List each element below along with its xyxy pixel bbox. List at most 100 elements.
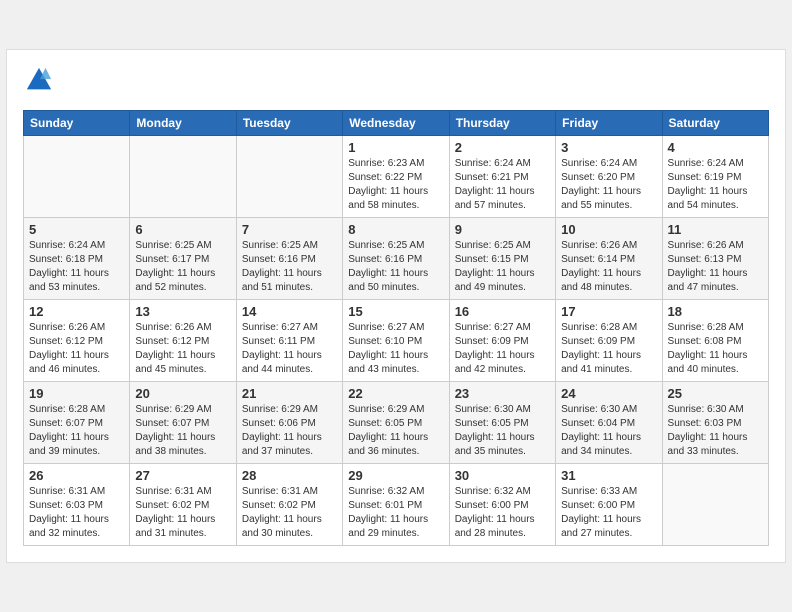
day-info: Sunrise: 6:29 AMSunset: 6:06 PMDaylight:… [242, 403, 337, 459]
day-cell: 31 Sunrise: 6:33 AMSunset: 6:00 PMDayligh… [556, 464, 662, 546]
day-info: Sunrise: 6:31 AMSunset: 6:02 PMDaylight:… [242, 485, 337, 541]
day-cell: 15Sunrise: 6:27 AMSunset: 6:10 PMDayligh… [343, 300, 449, 382]
day-info: Sunrise: 6:27 AMSunset: 6:09 PMDaylight:… [455, 321, 550, 377]
day-cell: 27Sunrise: 6:31 AMSunset: 6:02 PMDayligh… [130, 464, 236, 546]
day-cell: 16 Sunrise: 6:27 AMSunset: 6:09 PMDayligh… [449, 300, 555, 382]
logo-icon [25, 66, 53, 94]
day-info: Sunrise: 6:24 AMSunset: 6:18 PMDaylight:… [29, 239, 124, 295]
day-number: 20 [135, 386, 230, 401]
header-cell-wednesday: Wednesday [343, 111, 449, 136]
day-cell: 11 Sunrise: 6:26 AMSunset: 6:13 PMDayligh… [662, 218, 768, 300]
day-cell: 30 Sunrise: 6:32 AMSunset: 6:00 PMDayligh… [449, 464, 555, 546]
day-info: Sunrise: 6:31 AMSunset: 6:03 PMDaylight:… [29, 485, 124, 541]
day-cell: 25 Sunrise: 6:30 AMSunset: 6:03 PMDayligh… [662, 382, 768, 464]
day-info: Sunrise: 6:32 AMSunset: 6:00 PMDaylight:… [455, 485, 550, 541]
day-number: 6 [135, 222, 230, 237]
day-cell: 8 Sunrise: 6:25 AMSunset: 6:16 PMDaylight… [343, 218, 449, 300]
header-cell-sunday: Sunday [24, 111, 130, 136]
day-cell: 14Sunrise: 6:27 AMSunset: 6:11 PMDayligh… [236, 300, 342, 382]
day-number: 25 [668, 386, 763, 401]
day-cell: 2Sunrise: 6:24 AMSunset: 6:21 PMDaylight… [449, 136, 555, 218]
day-cell: 13Sunrise: 6:26 AMSunset: 6:12 PMDayligh… [130, 300, 236, 382]
day-info: Sunrise: 6:33 AMSunset: 6:00 PMDaylight:… [561, 485, 656, 541]
day-info: Sunrise: 6:25 AMSunset: 6:16 PMDaylight:… [348, 239, 443, 295]
day-cell: 9 Sunrise: 6:25 AMSunset: 6:15 PMDaylight… [449, 218, 555, 300]
day-number: 12 [29, 304, 124, 319]
day-cell: 23 Sunrise: 6:30 AMSunset: 6:05 PMDayligh… [449, 382, 555, 464]
day-number: 23 [455, 386, 550, 401]
day-number: 22 [348, 386, 443, 401]
day-info: Sunrise: 6:26 AMSunset: 6:13 PMDaylight:… [668, 239, 763, 295]
day-cell: 12 Sunrise: 6:26 AMSunset: 6:12 PMDayligh… [24, 300, 130, 382]
day-info: Sunrise: 6:30 AMSunset: 6:04 PMDaylight:… [561, 403, 656, 459]
day-number: 2 [455, 140, 550, 155]
week-row-3: 12 Sunrise: 6:26 AMSunset: 6:12 PMDayligh… [24, 300, 769, 382]
day-number: 29 [348, 468, 443, 483]
day-number: 19 [29, 386, 124, 401]
day-cell: 7 Sunrise: 6:25 AMSunset: 6:16 PMDaylight… [236, 218, 342, 300]
day-cell: 19Sunrise: 6:28 AMSunset: 6:07 PMDayligh… [24, 382, 130, 464]
day-cell: 20 Sunrise: 6:29 AMSunset: 6:07 PMDayligh… [130, 382, 236, 464]
day-info: Sunrise: 6:25 AMSunset: 6:16 PMDaylight:… [242, 239, 337, 295]
day-cell: 24Sunrise: 6:30 AMSunset: 6:04 PMDayligh… [556, 382, 662, 464]
day-info: Sunrise: 6:25 AMSunset: 6:15 PMDaylight:… [455, 239, 550, 295]
week-row-1: 1Sunrise: 6:23 AMSunset: 6:22 PMDaylight… [24, 136, 769, 218]
day-info: Sunrise: 6:25 AMSunset: 6:17 PMDaylight:… [135, 239, 230, 295]
header-cell-monday: Monday [130, 111, 236, 136]
day-cell [24, 136, 130, 218]
day-cell: 1Sunrise: 6:23 AMSunset: 6:22 PMDaylight… [343, 136, 449, 218]
day-info: Sunrise: 6:24 AMSunset: 6:19 PMDaylight:… [668, 157, 763, 213]
day-number: 13 [135, 304, 230, 319]
day-cell [662, 464, 768, 546]
day-number: 5 [29, 222, 124, 237]
header-cell-tuesday: Tuesday [236, 111, 342, 136]
day-number: 4 [668, 140, 763, 155]
day-info: Sunrise: 6:28 AMSunset: 6:08 PMDaylight:… [668, 321, 763, 377]
day-number: 9 [455, 222, 550, 237]
logo [23, 66, 53, 99]
day-number: 26 [29, 468, 124, 483]
day-info: Sunrise: 6:26 AMSunset: 6:14 PMDaylight:… [561, 239, 656, 295]
day-number: 14 [242, 304, 337, 319]
day-number: 31 [561, 468, 656, 483]
day-cell: 6 Sunrise: 6:25 AMSunset: 6:17 PMDaylight… [130, 218, 236, 300]
header-row: SundayMondayTuesdayWednesdayThursdayFrid… [24, 111, 769, 136]
week-row-5: 26 Sunrise: 6:31 AMSunset: 6:03 PMDayligh… [24, 464, 769, 546]
day-number: 27 [135, 468, 230, 483]
day-number: 3 [561, 140, 656, 155]
header [23, 66, 769, 99]
day-number: 7 [242, 222, 337, 237]
header-cell-saturday: Saturday [662, 111, 768, 136]
week-row-4: 19Sunrise: 6:28 AMSunset: 6:07 PMDayligh… [24, 382, 769, 464]
header-cell-friday: Friday [556, 111, 662, 136]
day-cell: 28 Sunrise: 6:31 AMSunset: 6:02 PMDayligh… [236, 464, 342, 546]
calendar-container: SundayMondayTuesdayWednesdayThursdayFrid… [6, 49, 786, 564]
day-cell [130, 136, 236, 218]
day-number: 28 [242, 468, 337, 483]
day-number: 8 [348, 222, 443, 237]
day-info: Sunrise: 6:26 AMSunset: 6:12 PMDaylight:… [29, 321, 124, 377]
day-cell: 22 Sunrise: 6:29 AMSunset: 6:05 PMDayligh… [343, 382, 449, 464]
day-cell: 29Sunrise: 6:32 AMSunset: 6:01 PMDayligh… [343, 464, 449, 546]
day-number: 10 [561, 222, 656, 237]
day-number: 16 [455, 304, 550, 319]
day-cell: 3Sunrise: 6:24 AMSunset: 6:20 PMDaylight… [556, 136, 662, 218]
day-info: Sunrise: 6:30 AMSunset: 6:03 PMDaylight:… [668, 403, 763, 459]
day-number: 21 [242, 386, 337, 401]
day-cell: 18 Sunrise: 6:28 AMSunset: 6:08 PMDayligh… [662, 300, 768, 382]
day-number: 1 [348, 140, 443, 155]
day-number: 30 [455, 468, 550, 483]
header-cell-thursday: Thursday [449, 111, 555, 136]
day-info: Sunrise: 6:27 AMSunset: 6:10 PMDaylight:… [348, 321, 443, 377]
week-row-2: 5 Sunrise: 6:24 AMSunset: 6:18 PMDaylight… [24, 218, 769, 300]
day-cell: 26 Sunrise: 6:31 AMSunset: 6:03 PMDayligh… [24, 464, 130, 546]
day-number: 11 [668, 222, 763, 237]
day-cell: 17Sunrise: 6:28 AMSunset: 6:09 PMDayligh… [556, 300, 662, 382]
day-number: 17 [561, 304, 656, 319]
day-info: Sunrise: 6:29 AMSunset: 6:05 PMDaylight:… [348, 403, 443, 459]
day-number: 18 [668, 304, 763, 319]
day-info: Sunrise: 6:30 AMSunset: 6:05 PMDaylight:… [455, 403, 550, 459]
day-cell [236, 136, 342, 218]
calendar-table: SundayMondayTuesdayWednesdayThursdayFrid… [23, 110, 769, 546]
day-info: Sunrise: 6:29 AMSunset: 6:07 PMDaylight:… [135, 403, 230, 459]
